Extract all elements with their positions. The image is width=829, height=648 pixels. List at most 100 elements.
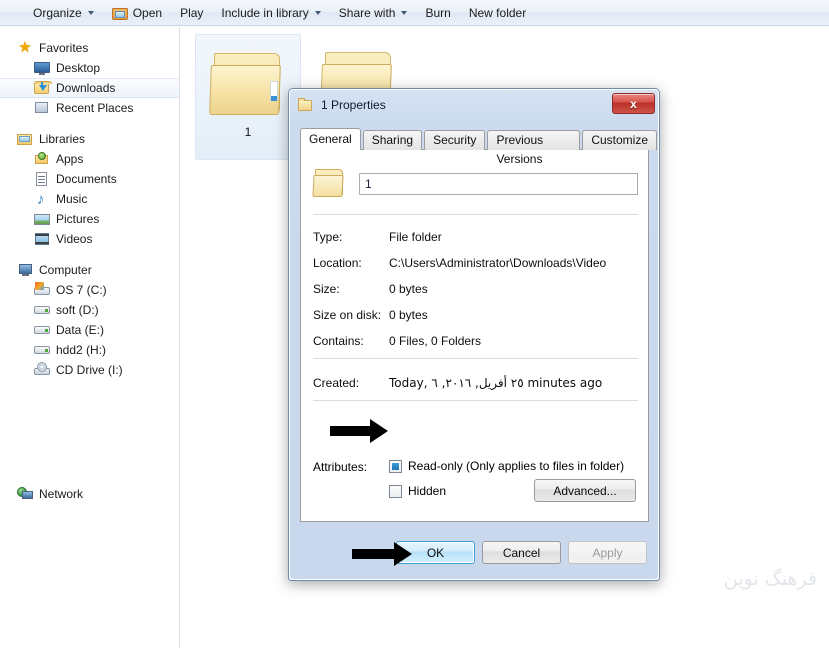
tab-customize[interactable]: Customize bbox=[582, 130, 657, 150]
nav-group-libraries[interactable]: Libraries bbox=[0, 129, 179, 149]
tab-label-previous-versions: Previous Versions bbox=[496, 133, 544, 166]
video-icon bbox=[34, 231, 50, 247]
sidebar-item-desktop[interactable]: Desktop bbox=[0, 58, 179, 78]
redaction-overlay bbox=[22, 437, 142, 455]
divider bbox=[313, 400, 638, 402]
property-row-location: Location: C:\Users\Administrator\Downloa… bbox=[313, 254, 638, 272]
tab-previous-versions[interactable]: Previous Versions bbox=[487, 130, 581, 166]
nav-group-favorites[interactable]: ★ Favorites bbox=[0, 38, 179, 58]
toolbar-label-include-in-library: Include in library bbox=[221, 5, 309, 20]
property-label-created: Created: bbox=[313, 376, 360, 390]
sidebar-item-recent-places[interactable]: Recent Places bbox=[0, 98, 179, 118]
nav-group-computer[interactable]: Computer bbox=[0, 260, 179, 280]
sidebar-item-hdd2-h[interactable]: hdd2 (H:) bbox=[0, 340, 179, 360]
hidden-checkbox-label: Hidden bbox=[408, 484, 447, 498]
dialog-title-bar[interactable]: 1 Properties bbox=[289, 89, 659, 120]
tab-general[interactable]: General bbox=[300, 128, 361, 150]
folder-tile[interactable]: 1 bbox=[195, 34, 301, 160]
readonly-checkbox-row[interactable]: Read-only (Only applies to files in fold… bbox=[389, 459, 624, 473]
sidebar-item-label-hdd2-h: hdd2 (H:) bbox=[56, 343, 107, 357]
property-value-created: Today, ٢٥ أفريل, ٢٠١٦, ٦ minutes ago bbox=[389, 376, 603, 390]
toolbar-label-new-folder: New folder bbox=[468, 5, 527, 20]
sidebar-item-downloads[interactable]: Downloads bbox=[0, 78, 179, 98]
toolbar-label-organize: Organize bbox=[33, 5, 82, 20]
sidebar-item-pictures[interactable]: Pictures bbox=[0, 209, 179, 229]
property-row-type: Type: File folder bbox=[313, 228, 638, 246]
sidebar-item-data-e[interactable]: Data (E:) bbox=[0, 320, 179, 340]
music-note-icon: ♪ bbox=[37, 191, 45, 208]
dialog-tab-strip[interactable]: General Sharing Security Previous Versio… bbox=[300, 128, 659, 166]
sidebar-item-label-music: Music bbox=[56, 192, 88, 206]
tab-sharing[interactable]: Sharing bbox=[362, 130, 423, 150]
toolbar-button-open[interactable]: Open bbox=[103, 2, 171, 24]
hidden-checkbox[interactable] bbox=[389, 484, 402, 498]
sidebar-item-soft-d[interactable]: soft (D:) bbox=[0, 300, 179, 320]
sidebar-item-videos[interactable]: Videos bbox=[0, 229, 179, 249]
sidebar-item-label-recent-places: Recent Places bbox=[56, 101, 134, 115]
command-bar: Organize Open Play Include in library Sh… bbox=[0, 0, 829, 26]
drive-icon bbox=[34, 302, 50, 318]
hidden-checkbox-row[interactable]: Hidden bbox=[389, 484, 446, 498]
property-label-contains: Contains: bbox=[313, 334, 364, 348]
cancel-button[interactable]: Cancel bbox=[482, 541, 561, 564]
toolbar-label-burn: Burn bbox=[425, 5, 451, 20]
drive-icon bbox=[34, 322, 50, 338]
property-row-contains: Contains: 0 Files, 0 Folders bbox=[313, 332, 638, 350]
dialog-title: 1 Properties bbox=[321, 97, 386, 112]
computer-icon bbox=[17, 262, 33, 278]
property-row-created: Created: Today, ٢٥ أفريل, ٢٠١٦, ٦ minute… bbox=[313, 374, 638, 392]
attributes-label: Attributes: bbox=[313, 460, 368, 474]
toolbar-button-burn[interactable]: Burn bbox=[416, 2, 459, 24]
sidebar-item-label-cd-drive-i: CD Drive (I:) bbox=[56, 363, 123, 377]
nav-group-network[interactable]: Network bbox=[0, 484, 83, 504]
sidebar-item-label-pictures: Pictures bbox=[56, 212, 100, 226]
tab-security[interactable]: Security bbox=[424, 130, 486, 150]
sidebar-item-music[interactable]: ♪ Music bbox=[0, 189, 179, 209]
property-value-size-on-disk: 0 bytes bbox=[389, 308, 428, 322]
sidebar-item-label-videos: Videos bbox=[56, 232, 93, 246]
property-row-size-on-disk: Size on disk: 0 bytes bbox=[313, 306, 638, 324]
toolbar-label-open: Open bbox=[132, 5, 163, 20]
sidebar-item-os-7-c[interactable]: OS 7 (C:) bbox=[0, 280, 179, 300]
advanced-button[interactable]: Advanced... bbox=[534, 479, 636, 502]
tab-label-security: Security bbox=[433, 133, 477, 147]
ok-button[interactable]: OK bbox=[396, 541, 475, 564]
sidebar-item-cd-drive-i[interactable]: CD Drive (I:) bbox=[0, 360, 179, 380]
toolbar-button-play[interactable]: Play bbox=[171, 2, 212, 24]
chevron-down-icon bbox=[401, 10, 408, 15]
readonly-checkbox[interactable] bbox=[389, 459, 402, 473]
sidebar-item-label-os-7-c: OS 7 (C:) bbox=[56, 283, 107, 297]
tab-label-general: General bbox=[309, 132, 352, 146]
toolbar-button-new-folder[interactable]: New folder bbox=[460, 2, 535, 24]
close-button-label: x bbox=[630, 96, 637, 111]
toolbar-button-include-in-library[interactable]: Include in library bbox=[212, 2, 329, 24]
document-icon bbox=[34, 171, 50, 187]
system-drive-icon bbox=[34, 282, 50, 298]
property-value-contains: 0 Files, 0 Folders bbox=[389, 334, 482, 348]
chevron-down-icon bbox=[314, 10, 321, 15]
toolbar-label-share-with: Share with bbox=[338, 5, 396, 20]
drive-icon bbox=[34, 342, 50, 358]
sidebar-item-documents[interactable]: Documents bbox=[0, 169, 179, 189]
star-icon: ★ bbox=[18, 39, 32, 56]
toolbar-button-share-with[interactable]: Share with bbox=[330, 2, 417, 24]
folder-name-input[interactable] bbox=[359, 173, 638, 195]
sidebar-item-label-downloads: Downloads bbox=[56, 81, 116, 95]
chevron-down-icon bbox=[87, 10, 94, 15]
tab-label-customize: Customize bbox=[591, 133, 648, 147]
property-value-size: 0 bytes bbox=[389, 282, 428, 296]
sidebar-item-apps[interactable]: Apps bbox=[0, 149, 179, 169]
nav-group-label-computer: Computer bbox=[39, 263, 92, 277]
sidebar-item-label-desktop: Desktop bbox=[56, 61, 101, 75]
picture-icon bbox=[34, 211, 50, 227]
cd-drive-icon bbox=[34, 362, 50, 378]
property-value-type: File folder bbox=[389, 230, 442, 244]
toolbar-button-organize[interactable]: Organize bbox=[24, 2, 103, 24]
watermark-text: فرهنگ نوین bbox=[723, 568, 817, 590]
folder-icon bbox=[312, 167, 347, 201]
sidebar-item-label-soft-d: soft (D:) bbox=[56, 303, 99, 317]
property-value-location: C:\Users\Administrator\Downloads\Video bbox=[389, 256, 607, 270]
close-icon[interactable]: x bbox=[612, 93, 655, 114]
navigation-pane[interactable]: ★ Favorites Desktop Downloads Recent Pla… bbox=[0, 27, 180, 648]
tab-label-sharing: Sharing bbox=[371, 133, 414, 147]
